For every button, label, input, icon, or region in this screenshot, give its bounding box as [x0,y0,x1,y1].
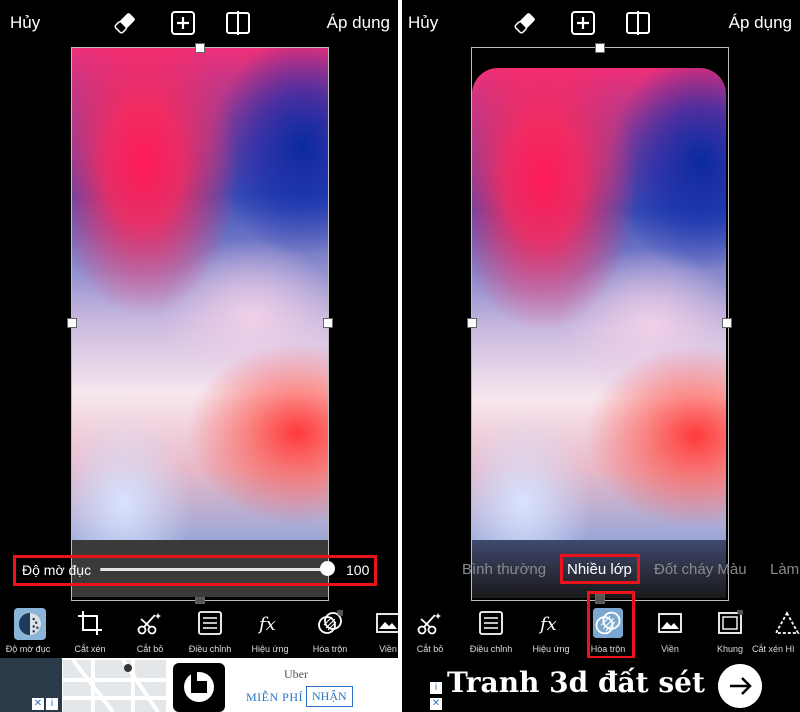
resize-handle-left[interactable] [467,318,477,328]
ad-brand: Uber [284,667,308,681]
blend-mode-color-burn[interactable]: Đốt cháy Màu [654,561,747,578]
cutout-icon [417,613,441,635]
ad-close-icon[interactable]: ✕ [430,698,442,710]
add-icon[interactable] [570,10,596,36]
resize-handle-top[interactable] [195,43,205,53]
apply-button[interactable]: Áp dụng [729,13,792,33]
ad-headline: Tranh 3d đất sét [447,666,705,699]
uber-logo-icon [173,663,225,712]
cutout-icon [137,613,161,635]
svg-text:fx: fx [257,614,276,635]
opacity-value: 100 [346,562,370,578]
ad-info-icon[interactable]: i [430,682,442,694]
tool-frame[interactable]: Khung [698,606,760,658]
compare-icon[interactable] [625,10,651,36]
cancel-button[interactable]: Hủy [408,13,438,33]
resize-handle-left[interactable] [67,318,77,328]
ad-free-text: MIỄN PHÍ [246,690,303,704]
selection-frame [71,47,329,601]
opacity-label: Độ mờ đục [22,562,92,578]
adjust-icon [198,611,222,635]
blend-mode-partial[interactable]: Làm [770,561,799,578]
opacity-icon [14,608,46,640]
tool-shape-crop[interactable]: Cắt xén Hì [752,606,800,658]
arrow-right-icon[interactable] [718,664,762,708]
top-bar: Hủy Áp dụng [0,0,398,48]
ad-claim-button[interactable]: NHẬN [306,686,353,707]
map-image [63,660,166,712]
left-editor-panel: Hủy Áp dụng Độ mờ đục 100 Độ mờ đục Cắt … [0,0,398,712]
svg-text:fx: fx [538,614,557,635]
resize-handle-top[interactable] [595,43,605,53]
add-icon[interactable] [170,10,196,36]
fx-icon: fx [538,614,557,635]
cancel-button[interactable]: Hủy [10,13,40,33]
adjust-icon [479,611,503,635]
frame-icon [718,610,743,634]
resize-handle-right[interactable] [323,318,333,328]
blend-icon [318,610,343,634]
compare-icon[interactable] [225,10,251,36]
eraser-icon[interactable] [112,10,138,36]
selection-frame [471,47,729,601]
blend-tool-highlight [587,591,635,659]
border-icon [658,613,682,633]
eraser-icon[interactable] [512,10,538,36]
blend-mode-normal[interactable]: Bình thường [462,561,546,578]
resize-handle-right[interactable] [722,318,732,328]
shape-crop-icon [774,611,800,634]
opacity-slider-knob[interactable] [320,561,335,576]
border-icon [376,613,398,633]
crop-icon [78,611,102,635]
fx-icon: fx [257,614,276,635]
ad-info-icon[interactable]: i [46,698,58,710]
apply-button[interactable]: Áp dụng [327,13,390,33]
opacity-slider-track[interactable] [100,568,330,571]
blend-mode-highlight [560,554,640,584]
ad-close-icon[interactable]: ✕ [32,698,44,710]
top-bar: Hủy Áp dụng [402,0,800,48]
tool-label: Cắt xén Hì [752,644,795,654]
